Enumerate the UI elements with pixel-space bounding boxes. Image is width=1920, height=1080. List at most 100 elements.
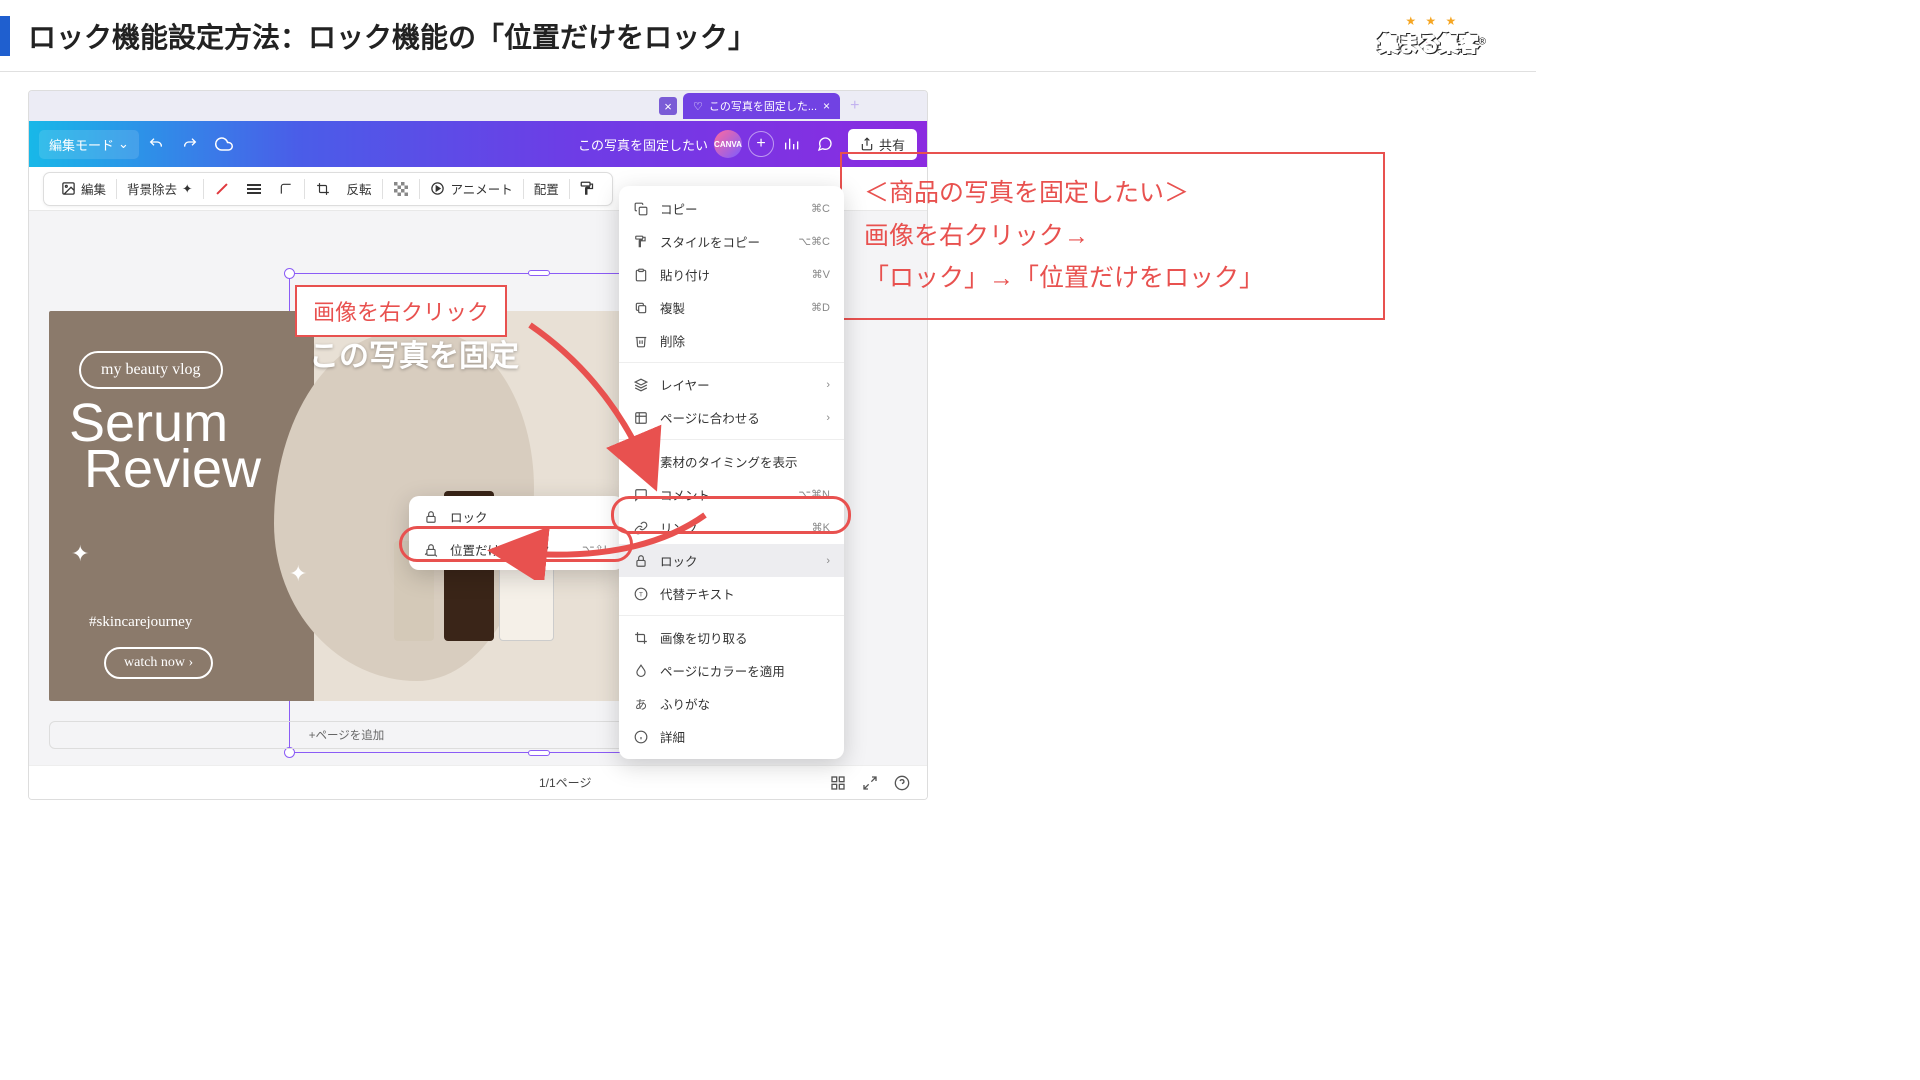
droplet-icon [633, 663, 649, 679]
edit-label: 編集 [81, 179, 106, 198]
share-label: 共有 [879, 135, 905, 154]
paint-icon [633, 234, 649, 250]
watch-now-badge: watch now › [104, 647, 213, 679]
separator [569, 179, 570, 199]
selection-handle-mid[interactable] [528, 270, 550, 276]
canva-editor-window: × ♡ この写真を固定した... × + 編集モード ⌄ この写真を固定したい … [28, 90, 928, 800]
heart-icon: ♡ [693, 100, 703, 113]
add-page-button[interactable]: +ページを追加 [49, 721, 644, 749]
ctx-lock[interactable]: ロック› [619, 544, 844, 577]
transparency-button[interactable] [385, 181, 417, 197]
ctx-layer[interactable]: レイヤー› [619, 368, 844, 401]
fit-icon [633, 410, 649, 426]
animate-button[interactable]: アニメート [422, 179, 521, 198]
trash-icon [633, 333, 649, 349]
prev-tab-close-icon[interactable]: × [659, 97, 677, 115]
ctx-timing[interactable]: 素材のタイミングを表示 [619, 445, 844, 478]
ctx-layer-label: レイヤー [660, 375, 710, 394]
submenu-lock-label: ロック [450, 507, 488, 526]
tab-close-icon[interactable]: × [823, 99, 830, 113]
line-weight-button[interactable] [238, 181, 270, 197]
corner-radius-button[interactable] [270, 181, 302, 197]
annotation-highlight-lock-position [399, 526, 633, 562]
ctx-fit-page[interactable]: ページに合わせる› [619, 401, 844, 434]
user-avatar[interactable]: CANVA [714, 130, 742, 158]
browser-tab-active[interactable]: ♡ この写真を固定した... × [683, 93, 840, 119]
selection-handle[interactable] [284, 268, 295, 279]
analytics-icon[interactable] [776, 129, 806, 159]
no-style-button[interactable] [206, 181, 238, 197]
ctx-duplicate-label: 複製 [660, 298, 685, 317]
shortcut: ⌥⌘C [798, 235, 830, 248]
bg-remove-button[interactable]: 背景除去 ✦ [119, 179, 201, 198]
ctx-alt-text[interactable]: T代替テキスト [619, 577, 844, 610]
separator [203, 179, 204, 199]
comment-bubble-icon[interactable] [810, 129, 840, 159]
svg-text:T: T [639, 591, 643, 598]
help-icon[interactable] [893, 774, 911, 792]
browser-tab-strip: × ♡ この写真を固定した... × + [29, 91, 927, 121]
redo-button[interactable] [175, 129, 205, 159]
separator [523, 179, 524, 199]
hashtag-text: #skincarejourney [89, 614, 192, 631]
ctx-duplicate[interactable]: 複製 ⌘D [619, 291, 844, 324]
crop-icon [633, 630, 649, 646]
editor-footer: 1/1ページ [29, 765, 927, 799]
chevron-down-icon: ⌄ [118, 136, 129, 152]
lock-icon [633, 553, 649, 569]
chevron-right-icon: › [826, 412, 830, 424]
position-button[interactable]: 配置 [526, 179, 567, 198]
shortcut: ⌘D [811, 301, 830, 314]
paint-format-button[interactable] [572, 181, 604, 197]
ctx-copy[interactable]: コピー⌘C [619, 192, 844, 225]
ctx-divider [619, 615, 844, 616]
page-indicator[interactable]: 1/1ページ [539, 774, 591, 791]
selection-handle-mid[interactable] [528, 750, 550, 756]
add-page-label: +ページを追加 [309, 730, 385, 742]
corner-icon [278, 181, 294, 197]
edit-image-button[interactable]: 編集 [52, 179, 114, 198]
flip-button[interactable]: 反転 [339, 179, 380, 198]
edit-mode-dropdown[interactable]: 編集モード ⌄ [39, 130, 139, 159]
new-tab-button[interactable]: + [850, 97, 859, 115]
script-line2: Review [84, 447, 261, 493]
annotation-highlight-lock [611, 496, 851, 534]
annotation-right-click: 画像を右クリック [295, 285, 507, 337]
logo-text: 集まる集客 [1379, 34, 1479, 56]
side-instructions: ＜商品の写真を固定したい＞ 画像を右クリック→ 「ロック」→「位置だけをロック」 [840, 152, 1385, 320]
shortcut: ⌘V [812, 268, 830, 281]
sparkle-icon: ✦ [289, 561, 307, 587]
separator [304, 179, 305, 199]
ctx-paste-label: 貼り付け [660, 265, 710, 284]
ctx-copy-style[interactable]: スタイルをコピー⌥⌘C [619, 225, 844, 258]
bg-remove-label: 背景除去 [127, 179, 177, 198]
crop-icon [315, 181, 331, 197]
copy-icon [633, 201, 649, 217]
ctx-furigana[interactable]: あふりがな [619, 687, 844, 720]
crop-button[interactable] [307, 181, 339, 197]
ctx-crop[interactable]: 画像を切り取る [619, 621, 844, 654]
shortcut: ⌘C [811, 202, 830, 215]
grid-view-icon[interactable] [829, 774, 847, 792]
header-accent-bar [0, 16, 10, 56]
image-icon [60, 181, 76, 197]
undo-button[interactable] [141, 129, 171, 159]
sparkle-icon: ✦ [182, 181, 192, 196]
ctx-page-color[interactable]: ページにカラーを適用 [619, 654, 844, 687]
add-member-button[interactable]: + [748, 131, 774, 157]
position-label: 配置 [534, 179, 559, 198]
vlog-badge: my beauty vlog [79, 351, 223, 389]
ctx-delete[interactable]: 削除 [619, 324, 844, 357]
tab-label: この写真を固定した... [709, 98, 817, 114]
document-title[interactable]: この写真を固定したい [578, 135, 708, 154]
ctx-timing-label: 素材のタイミングを表示 [660, 452, 798, 471]
animate-label: アニメート [451, 179, 513, 198]
clipboard-icon [633, 267, 649, 283]
paint-roller-icon [580, 181, 596, 197]
ctx-paste[interactable]: 貼り付け ⌘V [619, 258, 844, 291]
script-title: Serum Review [69, 401, 261, 493]
ctx-detail[interactable]: 詳細 [619, 720, 844, 753]
cloud-sync-icon[interactable] [209, 129, 239, 159]
ctx-crop-label: 画像を切り取る [660, 628, 748, 647]
fullscreen-icon[interactable] [861, 774, 879, 792]
